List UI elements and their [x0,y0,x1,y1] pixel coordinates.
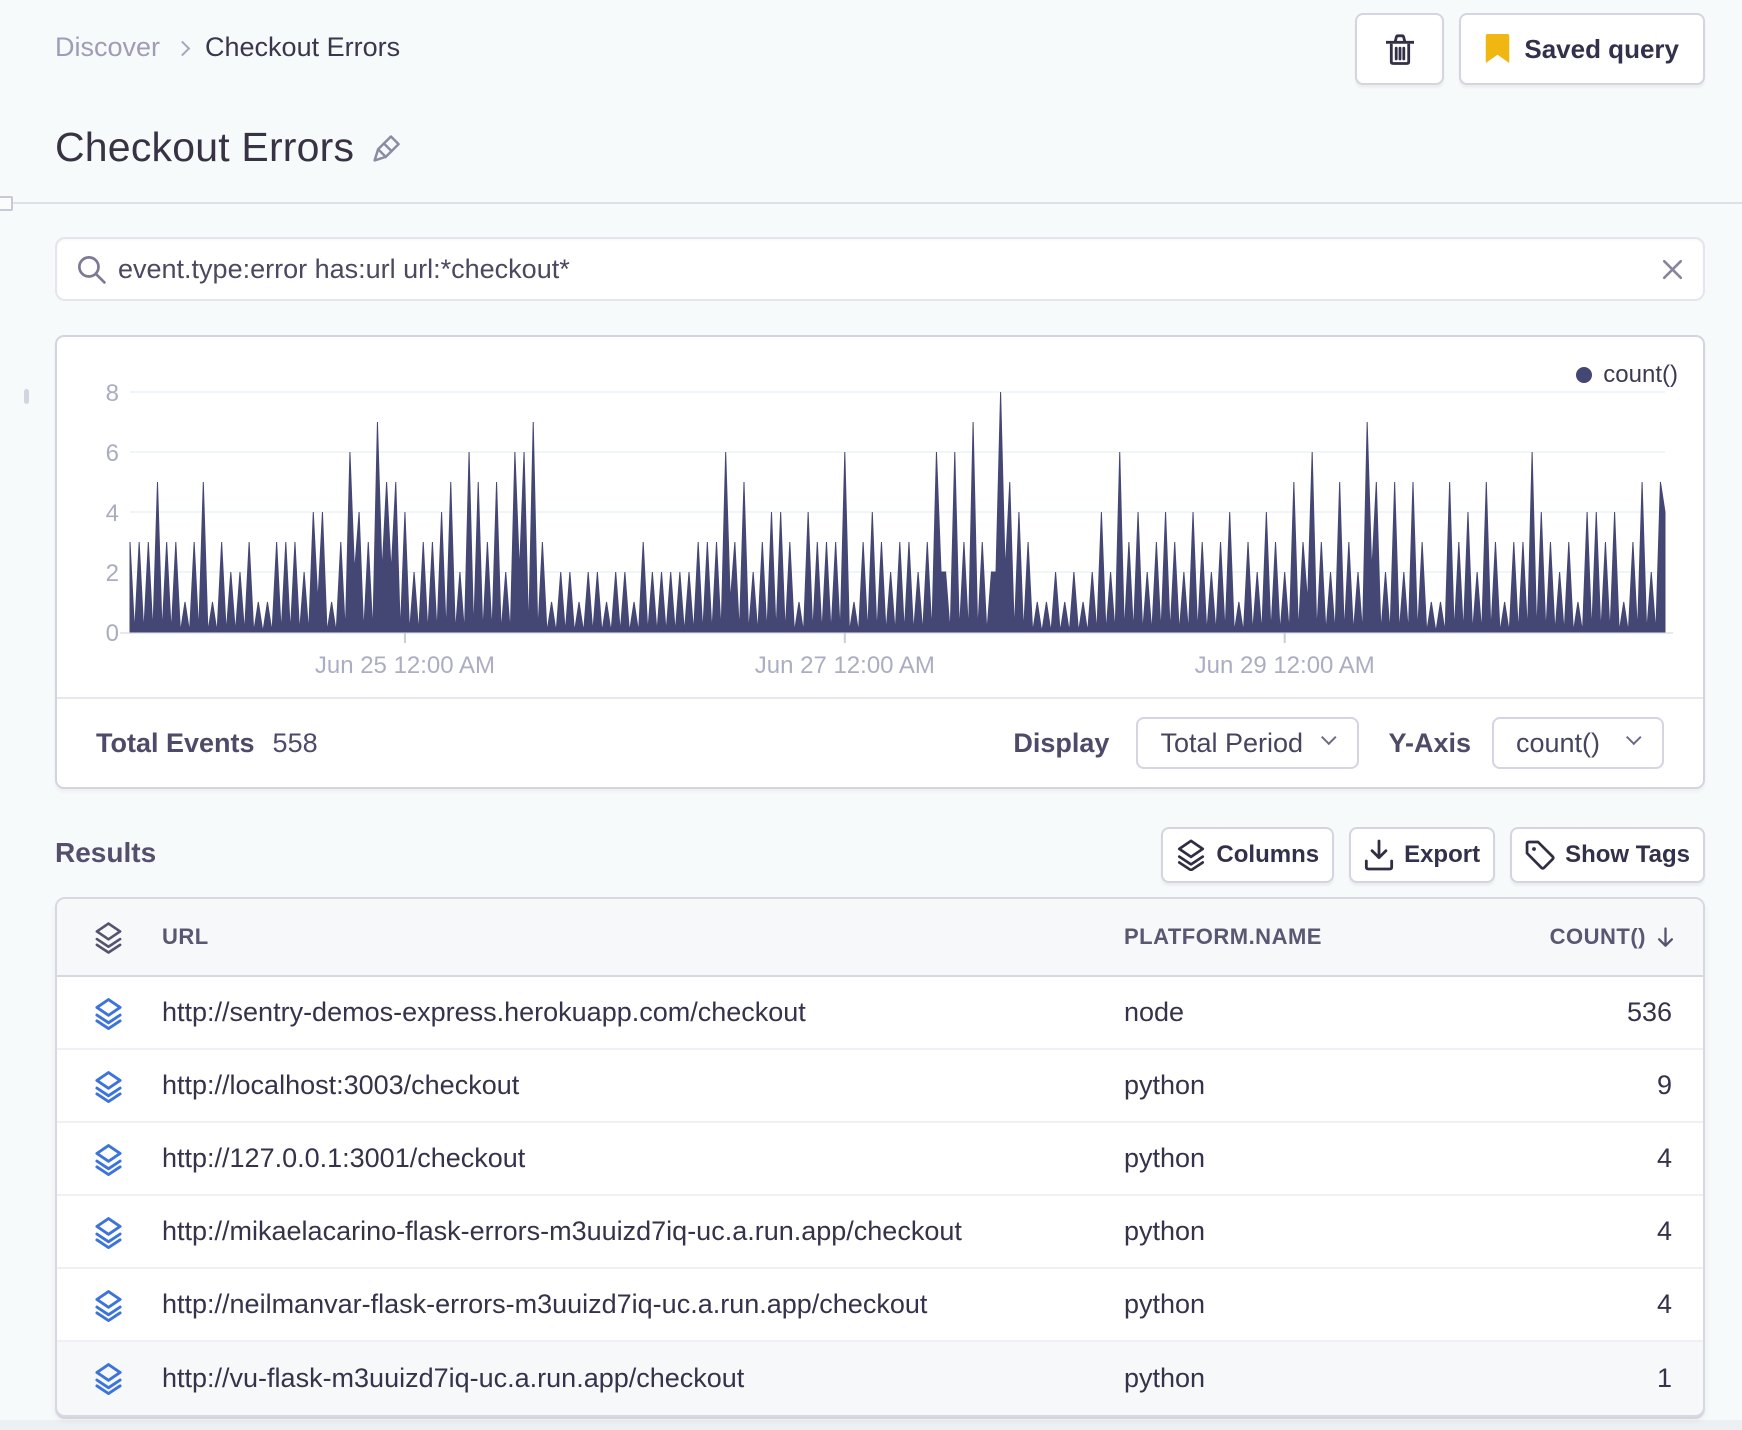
columns-label: Columns [1216,841,1320,868]
column-header-platform[interactable]: PLATFORM.NAME [1124,924,1322,950]
search-input[interactable] [118,253,1661,285]
saved-query-label: Saved query [1524,33,1679,64]
row-platform: node [1124,997,1185,1027]
svg-text:0: 0 [106,620,119,647]
columns-button[interactable]: Columns [1161,827,1335,883]
table-row[interactable]: http://127.0.0.1:3001/checkout python 4 [57,1123,1703,1196]
show-tags-label: Show Tags [1565,841,1690,868]
yaxis-select[interactable]: count() [1492,717,1664,769]
display-label: Display [1013,727,1110,758]
row-count: 536 [1626,997,1672,1027]
row-url[interactable]: http://localhost:3003/checkout [162,1070,519,1101]
svg-text:4: 4 [106,500,119,527]
results-header: Results Columns Export Show Tags [55,827,1705,883]
stack-icon [95,1290,122,1322]
svg-text:6: 6 [106,440,119,467]
column-header-count[interactable]: COUNT() [1550,924,1676,950]
header-actions: Saved query [1355,13,1705,85]
row-url[interactable]: http://neilmanvar-flask-errors-m3uuizd7i… [162,1289,927,1320]
chevron-down-icon [1626,729,1642,746]
column-header-url[interactable]: URL [162,924,209,950]
delete-query-button[interactable] [1355,13,1445,85]
chart-footer-controls: Display Total Period Y-Axis count() [1013,717,1664,769]
yaxis-value: count() [1516,727,1601,758]
svg-text:2: 2 [106,560,119,587]
row-platform: python [1124,1289,1206,1319]
display-value: Total Period [1160,727,1304,758]
table-row[interactable]: http://sentry-demos-express.herokuapp.co… [57,977,1703,1050]
chevron-down-icon [1321,729,1338,746]
yaxis-label: Y-Axis [1388,727,1471,758]
chart-footer: Total Events 558 Display Total Period Y-… [57,697,1703,787]
row-url[interactable]: http://sentry-demos-express.herokuapp.co… [162,997,806,1028]
row-count: 4 [1656,1289,1672,1319]
total-events-label: Total Events [96,727,255,758]
row-platform: python [1124,1363,1206,1393]
breadcrumb-current: Checkout Errors [205,32,401,62]
row-url[interactable]: http://127.0.0.1:3001/checkout [162,1143,525,1174]
row-url[interactable]: http://vu-flask-m3uuizd7iq-uc.a.run.app/… [162,1363,744,1394]
scroll-indicator [24,389,29,404]
svg-text:8: 8 [106,380,119,407]
breadcrumb: Discover Checkout Errors [55,32,400,63]
table-header-row: URL PLATFORM.NAME COUNT() [57,899,1703,977]
table-row[interactable]: http://mikaelacarino-flask-errors-m3uuiz… [57,1196,1703,1269]
display-select[interactable]: Total Period [1136,717,1360,769]
svg-text:Jun 27 12:00 AM: Jun 27 12:00 AM [755,652,935,679]
stack-icon [95,922,122,954]
bookmark-icon [1486,34,1510,63]
export-button[interactable]: Export [1349,827,1496,883]
svg-text:Jun 29 12:00 AM: Jun 29 12:00 AM [1195,652,1375,679]
stack-icon [95,998,122,1030]
table-row[interactable]: http://localhost:3003/checkout python 9 [57,1050,1703,1123]
results-title: Results [55,837,157,868]
row-count: 4 [1656,1143,1672,1173]
events-area-chart[interactable]: 0 2 4 6 8 Jun 25 12:00 AM Jun 27 12:00 AM Jun 2… [57,337,1703,700]
svg-text:Jun 25 12:00 AM: Jun 25 12:00 AM [315,652,495,679]
stack-icon [95,1363,122,1395]
stack-icon [95,1144,122,1176]
row-platform: python [1124,1070,1206,1100]
download-icon [1365,839,1394,871]
page-title: Checkout Errors [55,124,402,171]
bottom-edge-strip [0,1420,1742,1430]
results-actions: Columns Export Show Tags [1161,827,1705,883]
layers-icon [1178,839,1205,871]
chart-panel: count() 0 2 4 6 8 Jun 25 12:00 AM Jun 27 12:00… [55,335,1705,789]
sidebar-collapse-handle[interactable] [0,196,13,211]
results-table: URL PLATFORM.NAME COUNT() http://sentry-… [55,897,1705,1417]
search-bar[interactable] [55,237,1705,301]
stack-icon [95,1217,122,1249]
row-platform: python [1124,1143,1206,1173]
chevron-right-icon [174,40,191,56]
row-count: 4 [1656,1216,1672,1246]
table-row[interactable]: http://vu-flask-m3uuizd7iq-uc.a.run.app/… [57,1342,1703,1415]
clear-search-icon[interactable] [1661,258,1684,281]
row-count: 9 [1656,1070,1672,1100]
total-events-value: 558 [272,727,318,758]
search-icon [78,255,106,284]
tag-icon [1525,840,1555,870]
stack-icon [95,1071,122,1103]
row-count: 1 [1656,1363,1672,1393]
sort-desc-arrow-icon [1657,926,1674,947]
trash-icon [1385,34,1414,65]
saved-query-button[interactable]: Saved query [1459,13,1705,85]
breadcrumb-discover[interactable]: Discover [55,32,160,63]
pencil-icon[interactable] [371,132,402,164]
page-title-text: Checkout Errors [55,124,355,170]
header-divider [0,202,1742,204]
table-row[interactable]: http://neilmanvar-flask-errors-m3uuizd7i… [57,1269,1703,1342]
row-platform: python [1124,1216,1206,1246]
table-body: http://sentry-demos-express.herokuapp.co… [57,977,1703,1415]
export-label: Export [1404,841,1481,868]
row-url[interactable]: http://mikaelacarino-flask-errors-m3uuiz… [162,1216,962,1247]
show-tags-button[interactable]: Show Tags [1510,827,1705,883]
